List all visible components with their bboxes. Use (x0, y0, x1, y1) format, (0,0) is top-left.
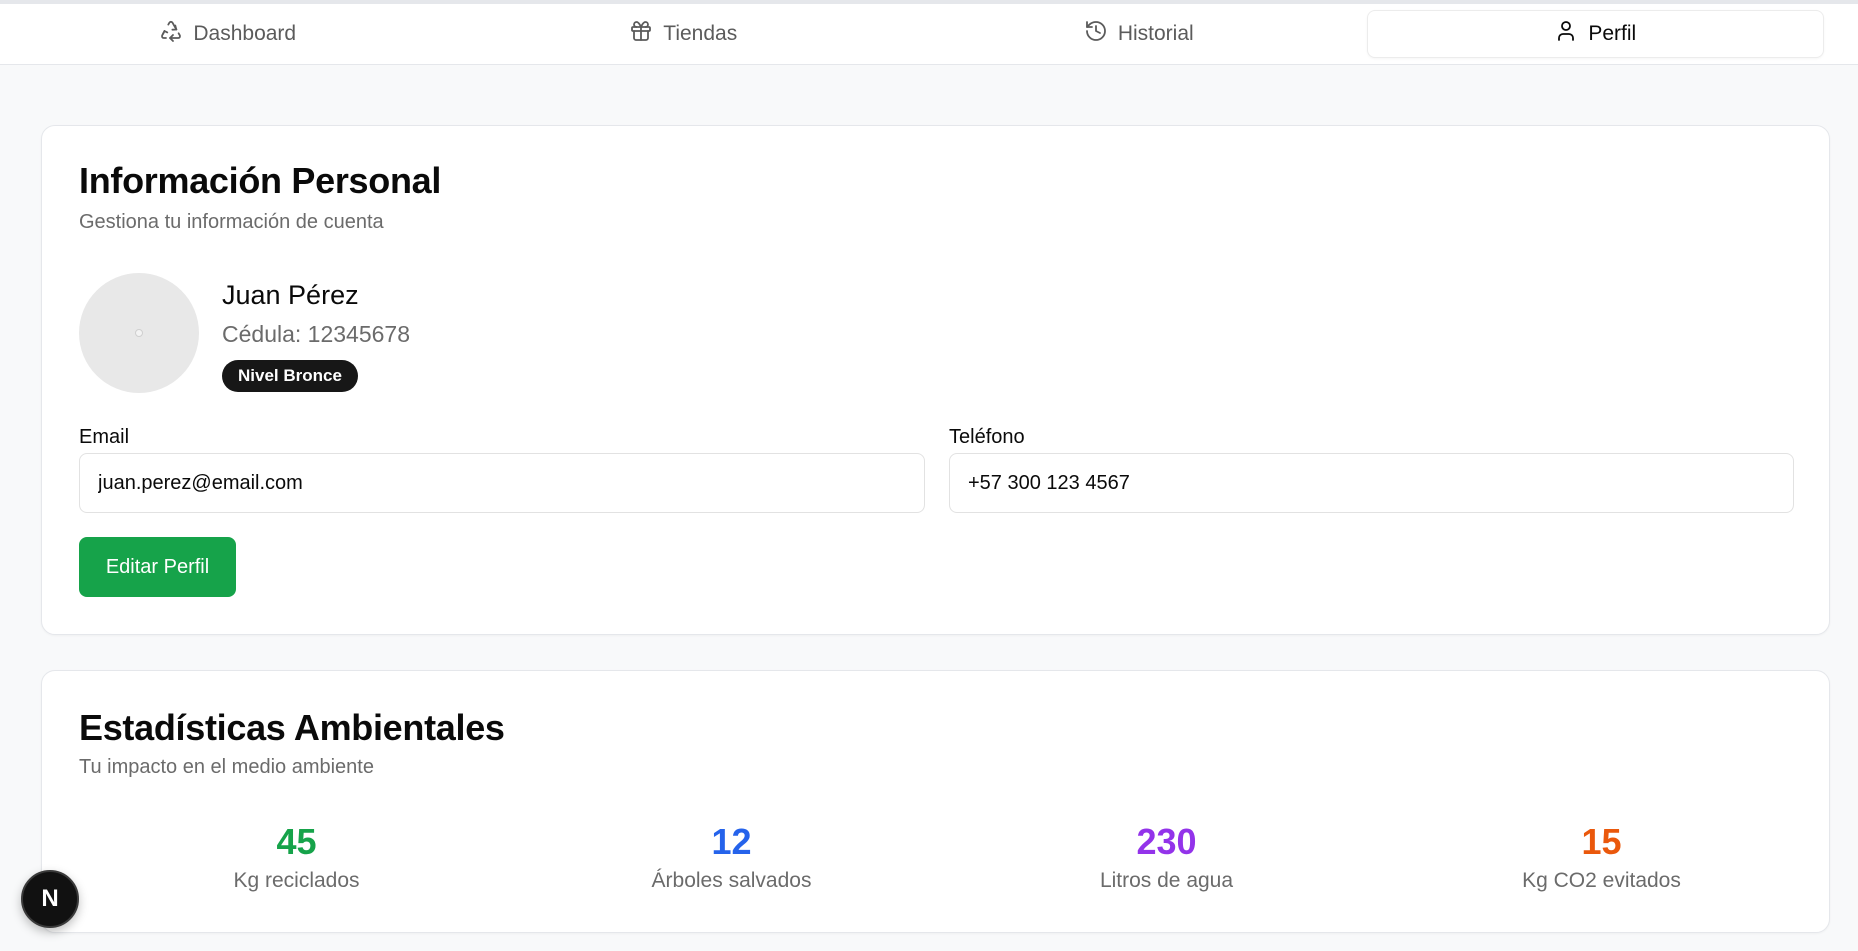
stat-trees-saved: 12 Árboles salvados (514, 821, 949, 893)
stat-co2-avoided: 15 Kg CO2 evitados (1384, 821, 1819, 893)
tab-historial[interactable]: Historial (911, 10, 1367, 58)
stat-water-liters: 230 Litros de agua (949, 821, 1384, 893)
email-field[interactable] (79, 453, 925, 513)
card-subtitle: Tu impacto en el medio ambiente (79, 756, 374, 778)
tab-label: Dashboard (193, 22, 297, 45)
phone-field[interactable] (949, 453, 1794, 513)
stat-label: Kg reciclados (233, 869, 360, 892)
user-icon (1554, 19, 1578, 49)
personal-info-card: Información Personal Gestiona tu informa… (41, 125, 1830, 635)
email-label: Email (79, 426, 130, 448)
card-title: Estadísticas Ambientales (79, 707, 505, 748)
card-title: Información Personal (79, 160, 442, 202)
user-name: Juan Pérez (222, 280, 359, 310)
history-icon (1084, 19, 1108, 49)
avatar-placeholder-icon (135, 329, 143, 337)
stat-value: 45 (276, 821, 317, 862)
stat-value: 15 (1581, 821, 1622, 862)
recycle-icon (159, 19, 183, 49)
stat-value: 230 (1136, 821, 1197, 862)
card-subtitle: Gestiona tu información de cuenta (79, 211, 384, 233)
stats-row: 45 Kg reciclados 12 Árboles salvados 230… (79, 821, 1819, 893)
environmental-stats-card: Estadísticas Ambientales Tu impacto en e… (41, 670, 1830, 933)
tab-dashboard[interactable]: Dashboard (0, 10, 456, 58)
top-navigation: Dashboard Tiendas Historial Perfil (0, 0, 1858, 65)
gift-icon (629, 19, 653, 49)
avatar (79, 273, 199, 393)
tab-label: Tiendas (663, 22, 738, 45)
phone-label: Teléfono (949, 426, 1025, 448)
fab-label: N (41, 885, 59, 912)
tab-label: Historial (1117, 22, 1194, 45)
stat-label: Kg CO2 evitados (1522, 869, 1681, 892)
level-badge: Nivel Bronce (222, 360, 358, 392)
stat-kg-recycled: 45 Kg reciclados (79, 821, 514, 893)
user-id-number: Cédula: 12345678 (222, 321, 410, 347)
nextjs-dev-tools-button[interactable]: N (21, 870, 79, 928)
stat-label: Árboles salvados (651, 869, 812, 892)
tab-label: Perfil (1588, 22, 1637, 45)
tab-tiendas[interactable]: Tiendas (456, 10, 912, 58)
tab-perfil[interactable]: Perfil (1366, 10, 1824, 58)
stat-value: 12 (711, 821, 752, 862)
stat-label: Litros de agua (1099, 869, 1234, 892)
edit-profile-button[interactable]: Editar Perfil (79, 537, 236, 597)
